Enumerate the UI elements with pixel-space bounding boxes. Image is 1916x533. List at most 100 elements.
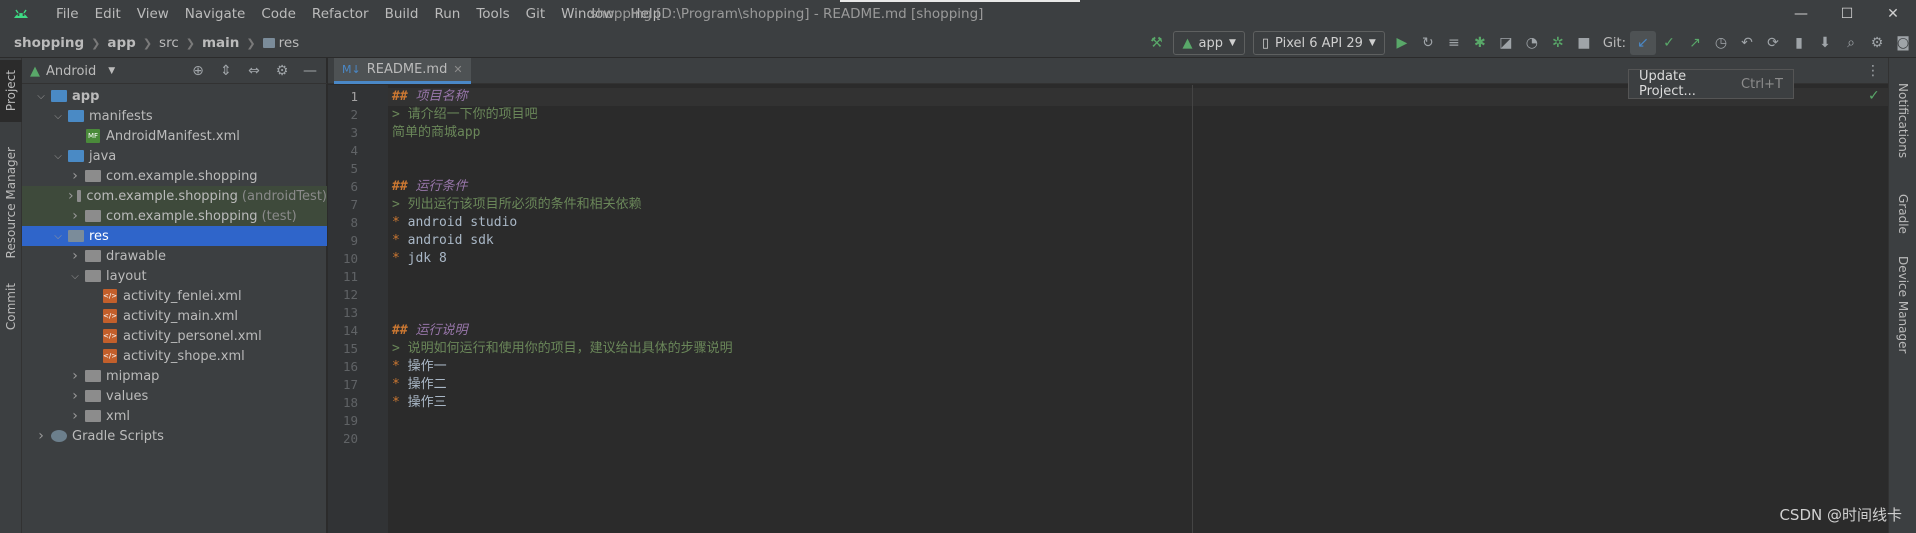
attach-debugger-icon[interactable]: ◪ [1493,31,1519,55]
menu-tools[interactable]: Tools [468,0,517,28]
apply-code-changes-icon[interactable]: ≡ [1441,31,1467,55]
tree-row-manifests[interactable]: ⌵ manifests [22,106,327,126]
chevron-right-icon: ❯ [246,36,256,50]
code-line: * 操作三 [392,394,447,412]
tree-row-res[interactable]: ⌵ res [22,226,327,246]
gear-icon[interactable]: ⚙ [1864,31,1890,55]
tab-device-manager[interactable]: Device Manager [1892,250,1914,360]
menu-git[interactable]: Git [518,0,554,28]
code-token: android studio [407,215,518,230]
code-line: * android studio [392,214,517,232]
device-manager-icon[interactable]: ▮ [1786,31,1812,55]
code-token: 操作三 [407,395,447,410]
menu-view[interactable]: View [129,0,177,28]
menu-edit[interactable]: Edit [87,0,129,28]
run-icon[interactable]: ▶ [1389,31,1415,55]
menu-navigate[interactable]: Navigate [177,0,254,28]
tree-row-activity-shope-xml[interactable]: </> activity_shope.xml [22,346,327,366]
tab-readme[interactable]: M↓ README.md ✕ [334,58,471,84]
menu-build[interactable]: Build [377,0,427,28]
chevron-down-icon[interactable]: ⌵ [68,271,82,282]
tree-row-drawable[interactable]: › drawable [22,246,327,266]
tree-row-mipmap[interactable]: › mipmap [22,366,327,386]
code-line: 简单的商城app [392,124,480,142]
tree-row-activity-personel-xml[interactable]: </> activity_personel.xml [22,326,327,346]
chevron-right-icon[interactable]: › [68,248,82,264]
close-window-button[interactable]: ✕ [1870,0,1916,28]
chevron-right-icon[interactable]: › [68,368,82,384]
locate-file-icon[interactable]: ⊕ [185,59,211,83]
chevron-right-icon[interactable]: › [34,428,48,444]
sync-gradle-icon[interactable]: ⟳ [1760,31,1786,55]
code-editor[interactable]: ## 项目名称 > 请介绍一下你的项目吧 简单的商城app ## 运行条件 > 列出运行… [388,85,1888,533]
code-line: * jdk 8 [392,250,447,268]
breadcrumb-res[interactable]: res [279,35,300,51]
breadcrumb-src[interactable]: src [159,35,179,51]
user-avatar-icon[interactable]: ◙ [1890,31,1916,55]
gear-icon[interactable]: ⚙ [269,59,295,83]
tree-row-androidmanifest-xml[interactable]: MF AndroidManifest.xml [22,126,327,146]
git-history-icon[interactable]: ◷ [1708,31,1734,55]
tree-row-values[interactable]: › values [22,386,327,406]
device-selector[interactable]: ▯ Pixel 6 API 29 ▼ [1252,31,1385,55]
tab-project[interactable]: Project [0,60,22,122]
menu-run[interactable]: Run [426,0,468,28]
tree-row-com-example-shopping[interactable]: › com.example.shopping (androidTest) [22,186,327,206]
git-rollback-icon[interactable]: ↶ [1734,31,1760,55]
tree-row-com-example-shopping[interactable]: › com.example.shopping [22,166,327,186]
tree-row-gradle-scripts[interactable]: › Gradle Scripts [22,426,327,446]
chevron-down-icon[interactable]: ⌵ [51,231,65,242]
chevron-down-icon[interactable]: ⌵ [51,151,65,162]
project-view-selector[interactable]: ▲ Android ▼ [30,58,115,84]
breadcrumb-main[interactable]: main [202,35,239,51]
xml-file-icon: </> [103,329,117,343]
git-update-icon[interactable]: ↙ [1630,31,1656,55]
menu-file[interactable]: File [48,0,87,28]
tree-row-java[interactable]: ⌵ java [22,146,327,166]
git-commit-icon[interactable]: ✓ [1656,31,1682,55]
maximize-button[interactable]: ☐ [1824,0,1870,28]
close-icon[interactable]: ✕ [453,63,462,76]
tab-resource-manager[interactable]: Resource Manager [0,138,22,268]
chevron-right-icon[interactable]: › [68,408,82,424]
tab-gradle[interactable]: Gradle [1892,184,1914,244]
profile-icon[interactable]: ◔ [1519,31,1545,55]
chevron-right-icon[interactable]: › [68,188,74,204]
git-push-icon[interactable]: ↗ [1682,31,1708,55]
debug-icon[interactable]: ✱ [1467,31,1493,55]
chevron-right-icon[interactable]: › [68,388,82,404]
stop-icon[interactable]: ■ [1571,31,1597,55]
hide-panel-icon[interactable]: — [297,59,323,83]
tree-row-xml[interactable]: › xml [22,406,327,426]
chevron-right-icon[interactable]: › [68,168,82,184]
tree-row-app[interactable]: ⌵ app [22,86,327,106]
package-icon [85,370,101,382]
menu-code[interactable]: Code [253,0,304,28]
right-tool-strip: Notifications Gradle Device Manager [1888,58,1916,533]
apply-changes-icon[interactable]: ↻ [1415,31,1441,55]
tree-row-com-example-shopping[interactable]: › com.example.shopping (test) [22,206,327,226]
tree-row-activity-fenlei-xml[interactable]: </> activity_fenlei.xml [22,286,327,306]
breadcrumb-shopping[interactable]: shopping [14,35,84,51]
tab-commit[interactable]: Commit [0,276,22,338]
menu-refactor[interactable]: Refactor [304,0,377,28]
breadcrumb-app[interactable]: app [107,35,135,51]
run-config-selector[interactable]: ▲ app ▼ [1173,31,1245,55]
tree-item-label: drawable [106,248,167,264]
chevron-down-icon[interactable]: ⌵ [34,91,48,102]
tree-row-layout[interactable]: ⌵ layout [22,266,327,286]
tab-notifications[interactable]: Notifications [1892,66,1914,176]
more-tabs-icon[interactable]: ⋮ [1860,59,1886,83]
minimize-button[interactable]: — [1778,0,1824,28]
search-icon[interactable]: ⌕ [1838,31,1864,55]
collapse-all-icon[interactable]: ⇔ [241,59,267,83]
project-panel: ▲ Android ▼ ⊕ ⇕ ⇔ ⚙ — ⌵ app ⌵ manifests MF An… [22,58,327,533]
expand-all-icon[interactable]: ⇕ [213,59,239,83]
tree-row-activity-main-xml[interactable]: </> activity_main.xml [22,306,327,326]
build-hammer-icon[interactable]: ⚒ [1143,31,1169,55]
code-line: > 列出运行该项目所必须的条件和相关依赖 [392,196,642,214]
chevron-right-icon[interactable]: › [68,208,82,224]
run-coverage-icon[interactable]: ✲ [1545,31,1571,55]
chevron-down-icon[interactable]: ⌵ [51,111,65,122]
sdk-manager-icon[interactable]: ⬇ [1812,31,1838,55]
